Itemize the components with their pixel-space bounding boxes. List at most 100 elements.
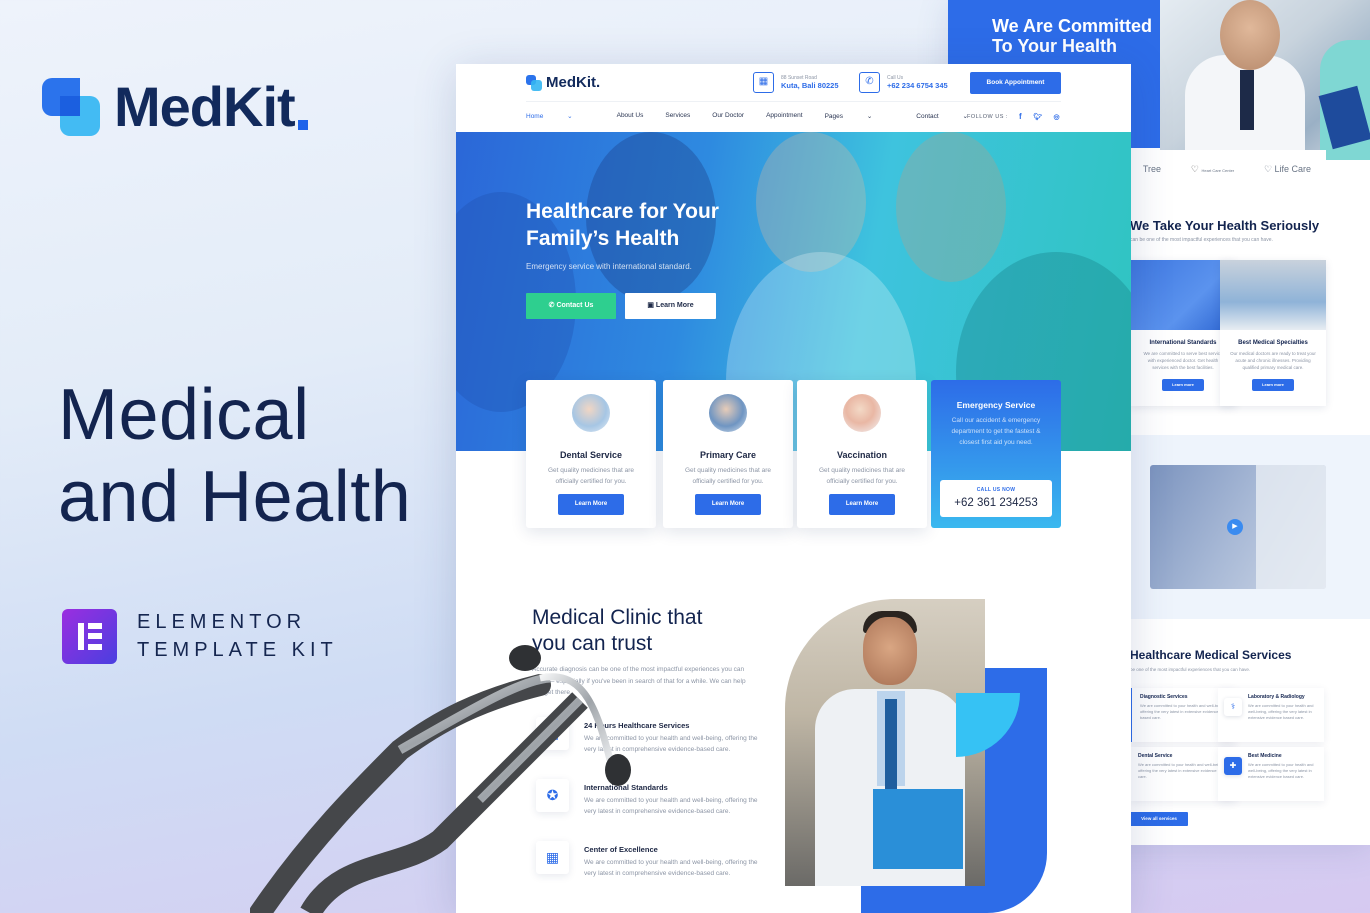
phone-icon: ✆ [859, 72, 880, 93]
feature-item: ✪ International Standards We are committ… [536, 779, 766, 817]
microscope-icon: ⚕ [1224, 698, 1242, 716]
service-item[interactable]: ✚ Best Medicine We are committed to your… [1218, 747, 1324, 801]
nav-appointment[interactable]: Appointment [766, 112, 803, 120]
headline-line2: and Health [58, 457, 412, 537]
medkit-logo-icon [526, 74, 542, 91]
back-services-subtitle: be one of the most impactful experiences… [1130, 667, 1251, 672]
service-title: Laboratory & Radiology [1248, 694, 1305, 700]
nav-about-us[interactable]: About Us [617, 112, 644, 120]
brand-name: MedKit [114, 75, 296, 138]
nav-pages[interactable]: Pages ⌄ [825, 112, 895, 120]
feature-title: Center of Excellence [584, 845, 658, 854]
view-all-services-button[interactable]: View all services [1130, 812, 1188, 826]
nav-services[interactable]: Services [665, 112, 690, 120]
main-nav: Home ⌄ About Us Services Our Doctor Appo… [526, 112, 1012, 120]
product-headline: Medical and Health [58, 374, 411, 538]
hero-title-line1: Healthcare for Your [526, 200, 719, 223]
elementor-icon [62, 608, 117, 664]
learn-more-button[interactable]: Learn More [695, 494, 761, 515]
clinic-title-line1: Medical Clinic that [532, 606, 703, 629]
book-appointment-button[interactable]: Book Appointment [970, 72, 1061, 94]
clinic-title-line2: you can trust [532, 632, 653, 655]
twitter-icon[interactable]: 🐦︎ [1033, 113, 1042, 121]
hero-title: Healthcare for Your Family’s Health [526, 198, 719, 252]
play-icon[interactable]: ▶ [1227, 519, 1243, 535]
learn-more-button[interactable]: Learn More [829, 494, 895, 515]
card-desc: Our medical doctors are ready to treat y… [1230, 351, 1316, 370]
emergency-title: Emergency Service [956, 400, 1036, 410]
video-thumbnail[interactable]: ▶ [1150, 465, 1326, 589]
service-avatar [572, 394, 610, 432]
learn-more-button[interactable]: Learn more [1252, 379, 1294, 391]
feature-desc: We are committed to your health and well… [584, 797, 758, 815]
feature-desc: We are committed to your health and well… [584, 859, 758, 877]
video-section: ▶ [1130, 435, 1370, 619]
brand-logo: MedKit [42, 74, 308, 139]
service-avatar [843, 394, 881, 432]
heart-icon: ♡ [1190, 163, 1199, 174]
service-title: Diagnostic Services [1140, 694, 1188, 700]
facebook-icon[interactable]: f [1019, 112, 1022, 121]
nav-home[interactable]: Home ⌄ [526, 112, 595, 120]
elementor-label: ELEMENTOR [137, 611, 307, 633]
call-value[interactable]: +62 234 6754 345 [887, 81, 948, 90]
service-desc: We are committed to your health and well… [1248, 762, 1314, 779]
call-now-label: CALL US NOW [976, 487, 1016, 493]
template-kit-label: TEMPLATE KIT [137, 639, 338, 661]
divider [526, 101, 1061, 102]
service-card: Dental Service Get quality medicines tha… [526, 380, 656, 528]
card-desc: Get quality medicines that are officiall… [548, 467, 634, 485]
globe-badge-icon: ✪ [536, 779, 569, 812]
back-hero-photo [1160, 0, 1370, 160]
instagram-icon[interactable]: ◎ [1054, 113, 1061, 121]
card-desc: Get quality medicines that are officiall… [819, 467, 905, 485]
main-page-preview: MedKit. ▦ 88 Sunset Road Kuta, Bali 8022… [456, 64, 1131, 913]
feature-item: ▦ 24 Hours Healthcare Services We are co… [536, 717, 766, 755]
chevron-down-icon: ⌄ [567, 113, 573, 120]
hero-subtitle: Emergency service with international sta… [526, 262, 692, 271]
learn-more-button[interactable]: Learn more [1162, 379, 1204, 391]
chevron-down-icon: ⌄ [866, 113, 873, 120]
follow-us-label: FOLLOW US : [967, 113, 1008, 120]
learn-more-button[interactable]: Learn More [558, 494, 624, 515]
feature-title: 24 Hours Healthcare Services [584, 721, 690, 730]
header-logo[interactable]: MedKit. [526, 74, 600, 91]
call-now-box[interactable]: CALL US NOW +62 361 234253 [940, 480, 1052, 517]
briefcase-icon: ▣ [647, 302, 654, 309]
service-avatar [709, 394, 747, 432]
hospital-icon: ▦ [536, 841, 569, 874]
feature-item: ▦ Center of Excellence We are committed … [536, 841, 766, 879]
follow-us: FOLLOW US : f 🐦︎ ◎ [967, 112, 1060, 121]
clinic-desc: Accurate diagnosis can be one of the mos… [532, 666, 746, 696]
card-title: Dental Service [559, 450, 623, 460]
partner-logo: ♡ Heart Care Center [1190, 163, 1235, 174]
hero-title-line2: Family’s Health [526, 227, 680, 250]
learn-more-button[interactable]: ▣ Learn More [625, 293, 716, 319]
service-desc: We are committed to your health and well… [1138, 762, 1229, 779]
heart-icon: ♡ [1263, 163, 1273, 174]
elementor-badge: ELEMENTOR TEMPLATE KIT [62, 608, 338, 664]
emergency-desc: Call our accident & emergency department… [951, 417, 1041, 446]
contact-us-button[interactable]: ✆ Contact Us [526, 293, 616, 319]
phone-info: ✆ Call Us +62 234 6754 345 [859, 72, 948, 93]
medicine-icon: ✚ [1224, 757, 1242, 775]
doctor-photo [785, 599, 985, 886]
feature-desc: We are committed to your health and well… [584, 735, 758, 753]
emergency-phone: +62 361 234253 [954, 497, 1038, 509]
nav-our-doctor[interactable]: Our Doctor [712, 112, 744, 120]
service-title: Best Medicine [1248, 753, 1282, 759]
back-hero-title: We Are Committed To Your Health [992, 16, 1152, 56]
card-desc: Get quality medicines that are officiall… [685, 467, 771, 485]
back-section-subtitle: can be one of the most impactful experie… [1130, 237, 1273, 243]
service-card: Vaccination Get quality medicines that a… [797, 380, 927, 528]
service-desc: We are committed to your health and well… [1248, 703, 1314, 720]
header-logo-text: MedKit. [546, 74, 601, 91]
card-title: Vaccination [836, 450, 888, 460]
back-section-title: We Take Your Health Seriously [1130, 218, 1320, 233]
medkit-logo-icon [42, 77, 100, 136]
service-card: Primary Care Get quality medicines that … [663, 380, 793, 528]
back-services-title: Healthcare Medical Services [1130, 648, 1292, 662]
clinic-title: Medical Clinic that you can trust [532, 605, 702, 657]
partner-logo: Tree [1142, 164, 1162, 174]
service-item[interactable]: ⚕ Laboratory & Radiology We are committe… [1218, 688, 1324, 742]
